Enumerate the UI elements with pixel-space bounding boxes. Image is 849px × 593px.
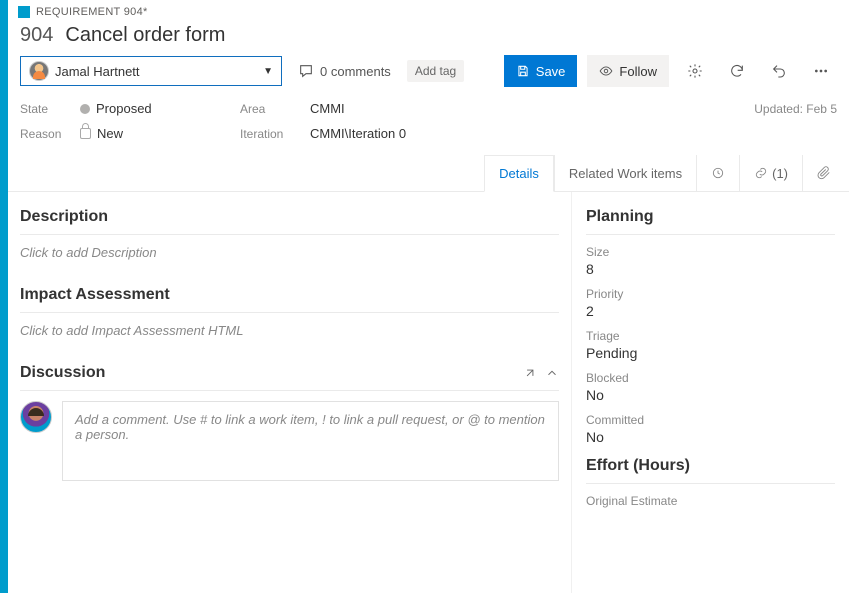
- work-item-title[interactable]: Cancel order form: [65, 24, 225, 47]
- size-label: Size: [586, 245, 835, 259]
- iteration-value[interactable]: CMMI\Iteration 0: [310, 126, 754, 141]
- reason-label: Reason: [20, 127, 80, 141]
- blocked-value[interactable]: No: [586, 387, 835, 403]
- comment-icon: [298, 63, 314, 79]
- committed-value[interactable]: No: [586, 429, 835, 445]
- save-icon: [516, 64, 530, 78]
- attachment-icon: [817, 166, 831, 180]
- committed-label: Committed: [586, 413, 835, 427]
- requirement-icon: [18, 6, 30, 18]
- area-label: Area: [240, 102, 310, 116]
- assignee-picker[interactable]: Jamal Hartnett ▼: [20, 56, 282, 86]
- state-value[interactable]: Proposed: [80, 101, 240, 116]
- avatar-icon: [29, 61, 49, 81]
- original-estimate-label: Original Estimate: [586, 494, 835, 508]
- chevron-down-icon: ▼: [263, 66, 273, 77]
- comments-count: 0 comments: [320, 64, 391, 79]
- work-item-type-label: REQUIREMENT 904*: [36, 6, 148, 18]
- tabs: Details Related Work items (1): [8, 155, 849, 192]
- tab-history[interactable]: [696, 155, 739, 191]
- area-value[interactable]: CMMI: [310, 101, 754, 116]
- tab-attachments[interactable]: [802, 155, 845, 191]
- undo-icon: [771, 63, 787, 79]
- blocked-label: Blocked: [586, 371, 835, 385]
- history-icon: [711, 166, 725, 180]
- comments-link[interactable]: 0 comments: [292, 56, 397, 86]
- iteration-label: Iteration: [240, 127, 310, 141]
- discussion-comment-input[interactable]: Add a comment. Use # to link a work item…: [62, 401, 559, 481]
- collapse-icon[interactable]: [545, 366, 559, 380]
- eye-icon: [599, 64, 613, 78]
- state-dot-icon: [80, 104, 90, 114]
- follow-label: Follow: [619, 64, 657, 79]
- impact-input[interactable]: Click to add Impact Assessment HTML: [20, 323, 559, 338]
- lock-icon: [80, 128, 91, 139]
- description-heading: Description: [20, 208, 559, 235]
- triage-label: Triage: [586, 329, 835, 343]
- more-actions-button[interactable]: [805, 55, 837, 87]
- save-label: Save: [536, 64, 566, 79]
- updated-label: Updated: Feb 5: [754, 102, 837, 116]
- work-item-type-header: REQUIREMENT 904*: [8, 0, 849, 20]
- state-label: State: [20, 102, 80, 116]
- save-button[interactable]: Save: [504, 55, 578, 87]
- planning-heading: Planning: [586, 208, 835, 235]
- refresh-button[interactable]: [721, 55, 753, 87]
- description-input[interactable]: Click to add Description: [20, 245, 559, 260]
- revert-button[interactable]: [763, 55, 795, 87]
- current-user-avatar: [20, 401, 52, 433]
- gear-icon: [687, 63, 703, 79]
- toolbar: Jamal Hartnett ▼ 0 comments Add tag Save…: [8, 55, 849, 97]
- refresh-icon: [729, 63, 745, 79]
- settings-button[interactable]: [679, 55, 711, 87]
- triage-value[interactable]: Pending: [586, 345, 835, 361]
- priority-label: Priority: [586, 287, 835, 301]
- follow-button[interactable]: Follow: [587, 55, 669, 87]
- classification-fields: State Proposed Area CMMI Updated: Feb 5 …: [8, 97, 849, 155]
- expand-icon[interactable]: [523, 366, 537, 380]
- tab-links[interactable]: (1): [739, 155, 802, 191]
- reason-value[interactable]: New: [80, 126, 240, 141]
- tab-related[interactable]: Related Work items: [554, 155, 696, 191]
- left-pane: Description Click to add Description Imp…: [8, 192, 571, 593]
- link-icon: [754, 166, 768, 180]
- assignee-name: Jamal Hartnett: [55, 64, 257, 79]
- effort-heading: Effort (Hours): [586, 457, 835, 484]
- accent-bar: [0, 0, 8, 593]
- right-pane: Planning Size 8 Priority 2 Triage Pending B…: [571, 192, 849, 593]
- add-tag-button[interactable]: Add tag: [407, 60, 464, 82]
- size-value[interactable]: 8: [586, 261, 835, 277]
- discussion-heading: Discussion: [20, 364, 559, 391]
- title-row: 904 Cancel order form: [8, 20, 849, 55]
- priority-value[interactable]: 2: [586, 303, 835, 319]
- work-item-id: 904: [20, 24, 53, 47]
- ellipsis-icon: [813, 63, 829, 79]
- impact-heading: Impact Assessment: [20, 286, 559, 313]
- tab-details[interactable]: Details: [484, 155, 554, 192]
